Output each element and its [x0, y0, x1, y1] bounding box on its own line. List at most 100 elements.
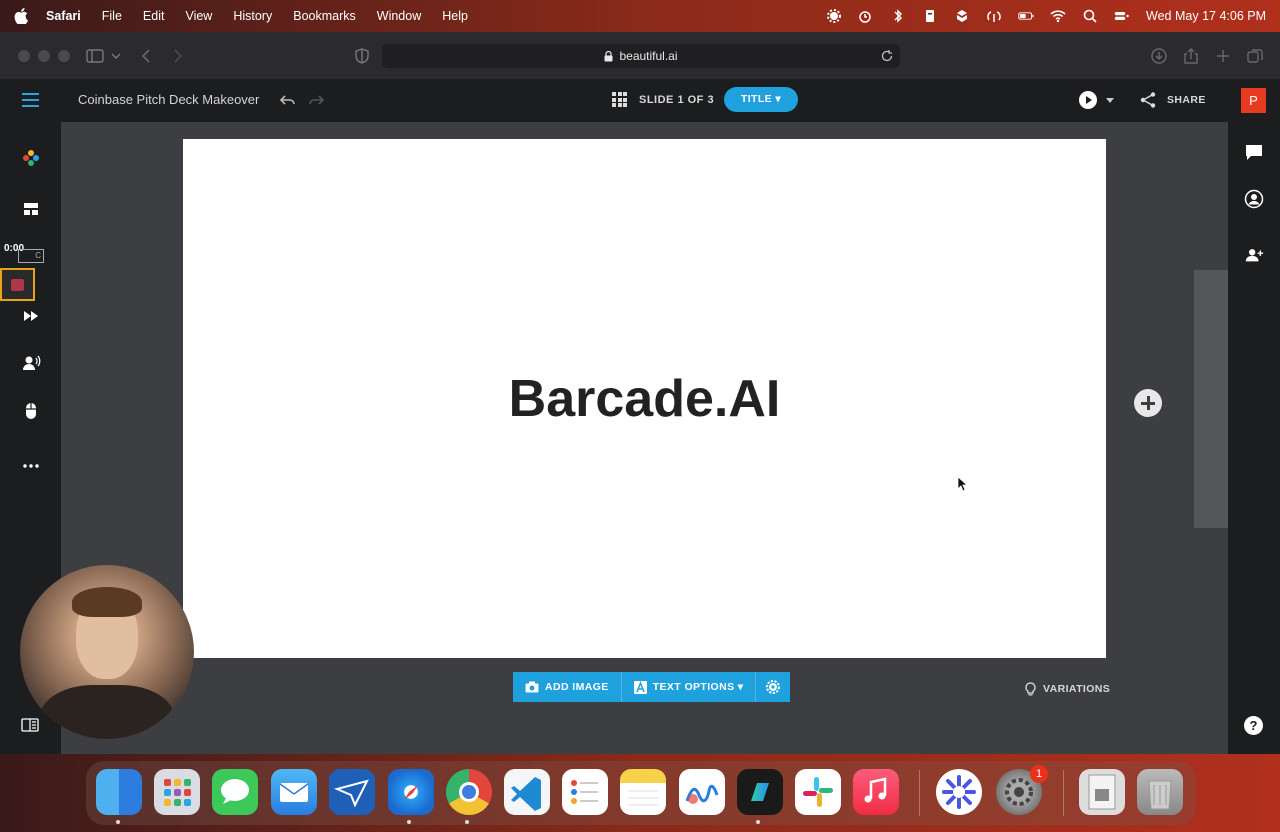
safari-app-icon[interactable]	[388, 769, 434, 815]
document-stack-icon[interactable]	[1079, 769, 1125, 815]
panel-toggle-icon[interactable]	[21, 718, 39, 732]
text-format-icon	[633, 680, 647, 694]
minimize-window-button[interactable]	[38, 50, 50, 62]
notes-icon[interactable]	[620, 769, 666, 815]
back-icon[interactable]	[137, 46, 157, 66]
spotlight-search-icon[interactable]	[1082, 8, 1098, 24]
deck-title[interactable]: Coinbase Pitch Deck Makeover	[78, 92, 259, 107]
more-options-icon[interactable]	[21, 456, 41, 476]
hamburger-menu-icon[interactable]	[22, 93, 39, 107]
webcam-bubble[interactable]	[20, 565, 194, 739]
text-options-button[interactable]: TEXT OPTIONS ▾	[622, 672, 757, 702]
webcam-person-hair	[72, 587, 142, 617]
menu-edit[interactable]: Edit	[143, 9, 165, 23]
download-icon[interactable]	[1149, 46, 1169, 66]
clipboard-icon[interactable]	[922, 8, 938, 24]
chrome-running-dot	[465, 820, 469, 824]
play-presentation-icon[interactable]	[1079, 91, 1097, 109]
redo-icon[interactable]	[307, 91, 325, 109]
menu-help[interactable]: Help	[442, 9, 468, 23]
slide-title[interactable]: Barcade.AI	[509, 369, 781, 429]
window-controls	[18, 50, 70, 62]
chevron-down-icon[interactable]	[110, 46, 122, 66]
slide-grid-icon[interactable]	[612, 92, 627, 107]
zoom-window-button[interactable]	[58, 50, 70, 62]
trash-icon[interactable]	[1137, 769, 1183, 815]
safari-running-dot	[407, 820, 411, 824]
shield-status-icon[interactable]	[954, 8, 970, 24]
layout-icon[interactable]	[21, 199, 41, 219]
webcam-person-body	[40, 685, 174, 739]
address-bar[interactable]: beautiful.ai	[382, 44, 900, 68]
menu-file[interactable]: File	[102, 9, 122, 23]
launchpad-icon[interactable]	[154, 769, 200, 815]
chrome-icon[interactable]	[446, 769, 492, 815]
airdrop-icon[interactable]	[986, 8, 1002, 24]
camera-icon	[525, 681, 539, 693]
right-tool-panel: ?	[1228, 122, 1280, 754]
undo-icon[interactable]	[279, 91, 297, 109]
canvas-scrollbar[interactable]	[1194, 270, 1228, 528]
play-options-chevron-icon[interactable]	[1106, 98, 1114, 103]
finder-icon[interactable]	[96, 769, 142, 815]
theme-palette-icon[interactable]	[21, 148, 41, 168]
menu-history[interactable]: History	[233, 9, 272, 23]
bluetooth-icon[interactable]	[890, 8, 906, 24]
forward-icon[interactable]	[167, 46, 187, 66]
comment-icon[interactable]	[1244, 142, 1264, 162]
menu-window[interactable]: Window	[377, 9, 421, 23]
voiceover-icon[interactable]	[21, 353, 41, 373]
recording-tag: C	[18, 249, 44, 263]
privacy-shield-icon[interactable]	[352, 46, 372, 66]
new-tab-icon[interactable]	[1213, 46, 1233, 66]
mouse-interaction-icon[interactable]	[21, 401, 41, 421]
control-center-icon[interactable]	[1114, 8, 1130, 24]
perplexity-app-icon[interactable]	[936, 769, 982, 815]
slide[interactable]: Barcade.AI	[183, 139, 1106, 658]
user-profile-icon[interactable]	[1244, 189, 1264, 209]
slide-canvas: Barcade.AI ADD IMAGE TEXT OPTIONS ▾ VARI…	[61, 122, 1228, 754]
screen-recorder-app-icon[interactable]	[737, 769, 783, 815]
reminders-icon[interactable]	[562, 769, 608, 815]
sidebar-toggle-icon[interactable]	[85, 46, 105, 66]
stop-icon	[11, 279, 24, 291]
close-window-button[interactable]	[18, 50, 30, 62]
layout-title-button[interactable]: TITLE ▾	[724, 87, 798, 112]
menu-bookmarks[interactable]: Bookmarks	[293, 9, 356, 23]
user-avatar[interactable]: P	[1241, 88, 1266, 113]
battery-icon[interactable]	[1018, 8, 1034, 24]
add-image-label: ADD IMAGE	[545, 681, 609, 693]
gear-icon	[766, 680, 781, 694]
music-icon[interactable]	[853, 769, 899, 815]
lightbulb-icon	[1025, 682, 1036, 696]
add-slide-icon[interactable]	[1134, 389, 1162, 417]
animation-forward-icon[interactable]	[21, 306, 41, 326]
text-options-label: TEXT OPTIONS ▾	[652, 681, 744, 693]
menubar-status-area: Wed May 17 4:06 PM	[826, 0, 1266, 31]
messages-icon[interactable]	[212, 769, 258, 815]
share-icon[interactable]	[1139, 91, 1157, 109]
vscode-icon[interactable]	[504, 769, 550, 815]
share-page-icon[interactable]	[1181, 46, 1201, 66]
add-collaborator-icon[interactable]	[1244, 245, 1264, 265]
menu-app-safari[interactable]: Safari	[46, 9, 81, 23]
help-icon[interactable]: ?	[1244, 716, 1263, 735]
apple-icon[interactable]	[14, 7, 28, 24]
variations-button[interactable]: VARIATIONS	[1025, 682, 1110, 696]
mail-icon[interactable]	[271, 769, 317, 815]
element-settings-button[interactable]	[756, 672, 790, 702]
share-button[interactable]: SHARE	[1167, 94, 1206, 106]
testflight-app-icon[interactable]	[329, 769, 375, 815]
menu-view[interactable]: View	[185, 9, 212, 23]
tab-overview-icon[interactable]	[1245, 46, 1265, 66]
menubar-datetime[interactable]: Wed May 17 4:06 PM	[1146, 9, 1266, 23]
slide-counter[interactable]: SLIDE 1 OF 3	[639, 94, 714, 106]
reload-icon[interactable]	[880, 49, 894, 63]
slack-icon[interactable]	[795, 769, 841, 815]
stop-recording-button[interactable]	[0, 268, 35, 301]
gear-status-icon[interactable]	[826, 8, 842, 24]
cloud-clock-icon[interactable]	[858, 8, 874, 24]
wifi-icon[interactable]	[1050, 8, 1066, 24]
freeform-icon[interactable]	[679, 769, 725, 815]
add-image-button[interactable]: ADD IMAGE	[513, 672, 622, 702]
